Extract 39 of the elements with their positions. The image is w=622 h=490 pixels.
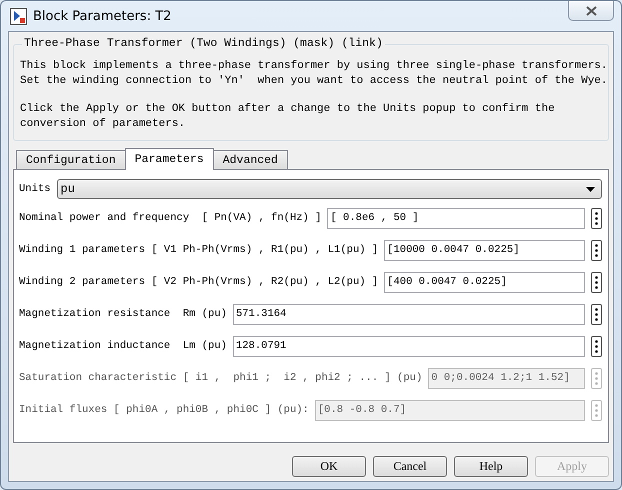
more-icon [595,244,598,256]
input-field[interactable]: [400 0.0047 0.0225] [384,272,585,292]
field-label: Winding 1 parameters [ V1 Ph-Ph(Vrms) , R1(pu) , L1(pu) ] [19,244,378,256]
options-button[interactable] [591,272,602,292]
caret-icon [586,186,595,192]
more-icon [595,372,598,384]
more-icon [595,212,598,224]
field-label: Units [19,183,51,195]
field-label: Nominal power and frequency [ Pn(VA) , fn(Hz) ] [19,212,322,224]
window-title: Block Parameters: T2 [33,8,172,24]
field-label: Saturation characteristic [ i1 , phi1 ; i2 , phi2 ; ... ] (pu) [19,372,422,384]
tab[interactable]: Parameters [124,148,214,170]
close-icon [586,6,596,16]
options-button[interactable] [591,208,602,228]
more-icon [595,276,598,288]
more-icon [595,340,598,352]
field-label: Initial fluxes [ phi0A , phi0B , phi0C ] (pu): [19,404,309,416]
field-label: Magnetization resistance Rm (pu) [19,308,227,320]
block-icon [10,8,27,24]
close-button[interactable] [568,1,614,21]
more-icon [595,404,598,416]
tab[interactable]: Advanced [212,150,288,169]
field-label: Magnetization inductance Lm (pu) [19,340,227,352]
input-field[interactable]: [10000 0.0047 0.0225] [384,240,585,260]
more-icon [595,308,598,320]
input-field[interactable]: [ 0.8e6 , 50 ] [327,208,585,228]
units-dropdown[interactable]: pu [56,179,602,199]
field-label: Winding 2 parameters [ V2 Ph-Ph(Vrms) , R2(pu) , L2(pu) ] [19,276,378,288]
dialog-button[interactable]: OK [292,456,366,477]
options-button[interactable] [591,336,602,356]
options-button[interactable] [591,304,602,324]
input-field[interactable]: 571.3164 [232,304,585,324]
description-text: Click the Apply or the OK button after a change to the Units popup to confirm the conversion of parameters. [20,102,556,132]
group-title: Three-Phase Transformer (Two Windings) (mask) (link) [22,37,385,50]
options-button[interactable] [591,240,602,260]
dialog-button[interactable]: Help [454,456,528,477]
dialog-button[interactable]: Cancel [373,456,447,477]
input-field[interactable]: 128.0791 [232,336,585,356]
tab[interactable]: Configuration [16,150,126,169]
